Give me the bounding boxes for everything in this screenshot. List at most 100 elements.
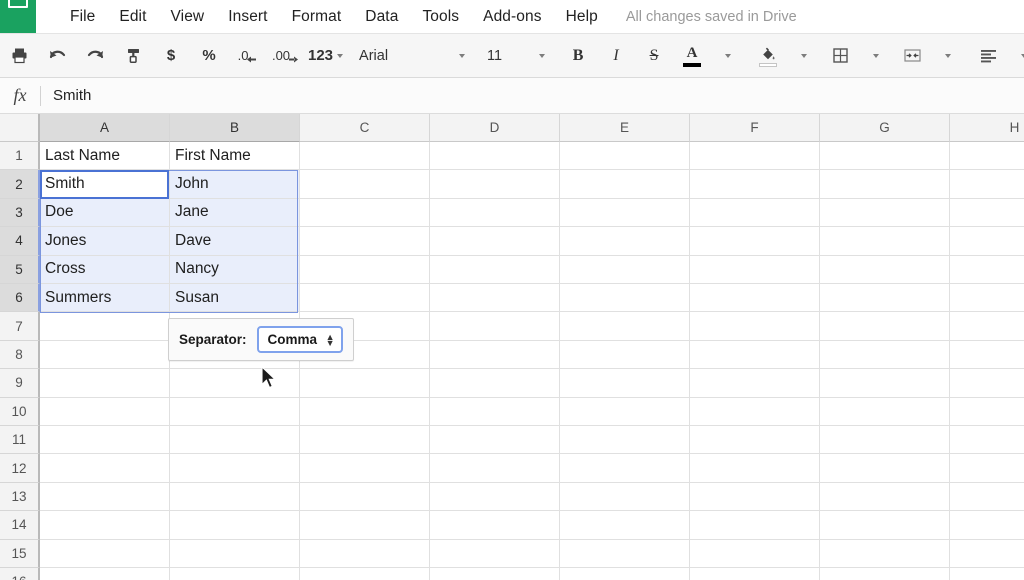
cell-d8[interactable] [430,340,560,370]
menu-item-addons[interactable]: Add-ons [471,5,553,29]
merge-cells-icon[interactable] [897,41,927,71]
row-header-9[interactable]: 9 [0,369,40,398]
cell-b3[interactable]: Jane [170,198,300,228]
cell-c10[interactable] [300,397,430,426]
cell-a1[interactable]: Last Name [40,142,170,171]
redo-icon[interactable] [80,41,110,71]
cell-d14[interactable] [430,511,560,540]
cell-h7[interactable] [950,312,1024,341]
cell-c6[interactable] [300,284,430,313]
cell-f13[interactable] [690,482,820,512]
cell-d1[interactable] [430,142,560,171]
merge-cells-dropdown[interactable] [933,41,963,71]
cell-d9[interactable] [430,369,560,398]
cell-a6[interactable]: Summers [40,284,170,313]
italic-button[interactable]: I [601,41,631,71]
row-header-3[interactable]: 3 [0,198,40,228]
cell-a4[interactable]: Jones [40,227,170,256]
menu-item-insert[interactable]: Insert [216,5,279,29]
cell-f2[interactable] [690,170,820,199]
cell-c14[interactable] [300,511,430,540]
fill-color-icon[interactable] [753,41,783,71]
menu-item-tools[interactable]: Tools [410,5,471,29]
text-color-button[interactable]: A [677,41,707,71]
cell-a5[interactable]: Cross [40,255,170,284]
cell-g15[interactable] [820,539,950,568]
cell-b2[interactable]: John [170,170,300,199]
cell-f14[interactable] [690,511,820,540]
cell-c12[interactable] [300,454,430,483]
select-all-corner[interactable] [0,114,40,142]
cell-a16[interactable] [40,568,170,580]
column-header-a[interactable]: A [40,114,170,142]
cell-a15[interactable] [40,539,170,568]
currency-format-button[interactable]: $ [156,41,186,71]
formula-input[interactable]: Smith [41,87,1024,104]
sheets-logo[interactable] [0,0,36,33]
cell-f4[interactable] [690,227,820,256]
cell-d16[interactable] [430,568,560,580]
cell-a9[interactable] [40,369,170,398]
row-header-8[interactable]: 8 [0,340,40,370]
cell-e3[interactable] [560,198,690,228]
cell-c2[interactable] [300,170,430,199]
font-family-select[interactable]: Arial [349,41,473,71]
menu-item-help[interactable]: Help [554,5,610,29]
cell-g8[interactable] [820,340,950,370]
cell-g3[interactable] [820,198,950,228]
cell-f5[interactable] [690,255,820,284]
cell-e10[interactable] [560,397,690,426]
increase-decimal-button[interactable]: .00 [270,41,300,71]
cell-h1[interactable] [950,142,1024,171]
borders-icon[interactable] [825,41,855,71]
cell-d11[interactable] [430,426,560,455]
cell-f7[interactable] [690,312,820,341]
cell-h16[interactable] [950,568,1024,580]
cell-d13[interactable] [430,482,560,512]
menu-item-format[interactable]: Format [280,5,354,29]
cell-h2[interactable] [950,170,1024,199]
cell-h11[interactable] [950,426,1024,455]
borders-dropdown[interactable] [861,41,891,71]
cell-d10[interactable] [430,397,560,426]
cell-c16[interactable] [300,568,430,580]
cell-g13[interactable] [820,482,950,512]
column-header-d[interactable]: D [430,114,560,142]
cell-g12[interactable] [820,454,950,483]
cell-c1[interactable] [300,142,430,171]
cell-d15[interactable] [430,539,560,568]
cell-e8[interactable] [560,340,690,370]
cell-g4[interactable] [820,227,950,256]
cell-h15[interactable] [950,540,1024,568]
cell-e5[interactable] [560,255,690,284]
decrease-decimal-button[interactable]: .0 [232,41,262,71]
column-header-f[interactable]: F [690,114,820,142]
cell-h12[interactable] [950,454,1024,483]
cell-b9[interactable] [170,369,300,398]
cell-h4[interactable] [950,227,1024,256]
cell-b10[interactable] [170,397,300,426]
cell-h5[interactable] [950,256,1024,284]
cell-h9[interactable] [950,369,1024,398]
row-header-7[interactable]: 7 [0,312,40,341]
cell-f1[interactable] [690,142,820,171]
paint-format-icon[interactable] [118,41,148,71]
cell-h8[interactable] [950,341,1024,370]
separator-select[interactable]: Comma ▲ ▼ [256,326,343,353]
cell-a8[interactable] [40,340,170,370]
cell-d3[interactable] [430,198,560,228]
cell-d2[interactable] [430,170,560,199]
cell-f11[interactable] [690,426,820,455]
cell-g6[interactable] [820,284,950,313]
cell-f15[interactable] [690,539,820,568]
cell-c15[interactable] [300,539,430,568]
row-header-6[interactable]: 6 [0,284,40,313]
cell-d6[interactable] [430,284,560,313]
text-color-dropdown[interactable] [713,41,743,71]
cell-e1[interactable] [560,142,690,171]
row-header-15[interactable]: 15 [0,539,40,568]
column-header-b[interactable]: B [170,114,300,142]
cell-e12[interactable] [560,454,690,483]
cell-e15[interactable] [560,539,690,568]
cell-h6[interactable] [950,284,1024,313]
